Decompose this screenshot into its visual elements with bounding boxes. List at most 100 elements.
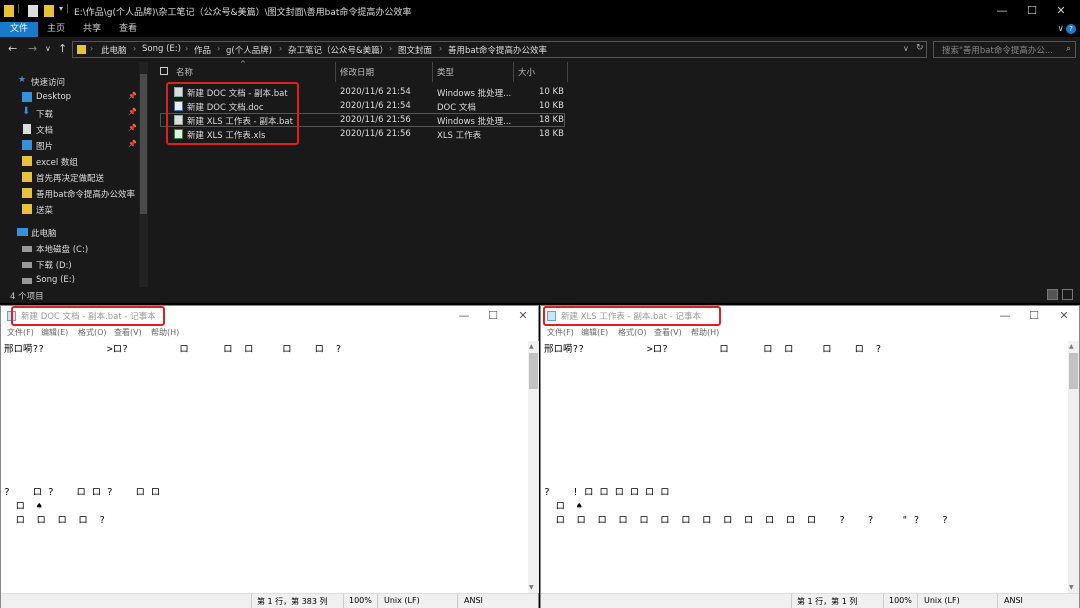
maximize-button[interactable]: ☐ <box>1021 308 1047 324</box>
pin-icon: 📌 <box>128 124 137 132</box>
breadcrumb-personal-brand[interactable]: g(个人品牌) <box>226 44 272 56</box>
explorer-titlebar: | ▾ | E:\作品\g(个人品牌)\杂工笔记（公众号&美篇）\图文封面\善用… <box>0 0 1080 22</box>
nav-item-pictures[interactable]: 图片 📌 <box>0 138 140 153</box>
column-header-modified[interactable]: 修改日期 <box>340 66 374 78</box>
drive-icon <box>22 246 32 252</box>
tab-view[interactable]: 查看 <box>112 22 144 37</box>
vertical-scrollbar[interactable]: ▲ ▼ <box>528 341 539 593</box>
nav-drive-d[interactable]: 下载 (D:) <box>0 257 140 272</box>
close-button[interactable]: ✕ <box>510 308 536 324</box>
nav-item-downloads[interactable]: ⬇ 下载 📌 <box>0 106 140 121</box>
notepad-menu-bar: 文件(F) 编辑(E) 格式(O) 查看(V) 帮助(H) <box>1 326 538 340</box>
highlight-box <box>11 306 165 326</box>
back-button[interactable]: ← <box>8 42 17 55</box>
nav-item-delivery[interactable]: 首先再决定做配送 <box>0 170 140 185</box>
select-all-checkbox[interactable] <box>160 67 168 75</box>
nav-drive-e[interactable]: Song (E:) <box>0 273 140 288</box>
address-dropdown-icon[interactable]: ∨ <box>903 44 909 53</box>
nav-item-vegetables[interactable]: 送菜 <box>0 202 140 217</box>
tab-file[interactable]: 文件 <box>0 22 38 37</box>
computer-icon <box>17 228 28 236</box>
address-input[interactable]: › 此电脑 › Song (E:) › 作品 › g(个人品牌) › 杂工笔记（… <box>72 41 927 58</box>
new-folder-icon[interactable] <box>44 5 54 17</box>
minimize-button[interactable]: — <box>451 308 477 324</box>
scrollbar-thumb[interactable] <box>1069 353 1078 389</box>
maximize-button[interactable]: ☐ <box>1017 3 1047 19</box>
breadcrumb-drive[interactable]: Song (E:) <box>142 44 181 54</box>
notepad-text-area[interactable]: 邢ロ嗬?? >ロ? ロ ロ ロ ロ ロ ? ? ロ ? ロ ロ ? ロ ロ ロ … <box>1 341 528 593</box>
menu-view[interactable]: 查看(V) <box>654 327 682 338</box>
pin-icon: 📌 <box>128 108 137 116</box>
maximize-button[interactable]: ☐ <box>480 308 506 324</box>
scroll-down-icon[interactable]: ▼ <box>529 584 534 591</box>
breadcrumb-notes[interactable]: 杂工笔记（公众号&美篇） <box>288 44 388 56</box>
nav-pane-scrollbar[interactable] <box>139 62 148 287</box>
quick-access-dropdown-icon[interactable]: ▾ <box>59 4 63 13</box>
recent-locations-button[interactable]: ∨ <box>45 44 51 53</box>
column-header-type[interactable]: 类型 <box>437 66 454 78</box>
search-input[interactable]: 搜索"善用bat命令提高办公... ⌕ <box>933 41 1076 58</box>
search-icon: ⌕ <box>1065 44 1071 54</box>
forward-button[interactable]: → <box>28 42 37 55</box>
nav-item-bat-folder[interactable]: 善用bat命令提高办公效率 <box>0 186 140 201</box>
highlight-box <box>166 82 299 145</box>
nav-item-desktop[interactable]: Desktop 📌 <box>0 90 140 105</box>
nav-drive-c[interactable]: 本地磁盘 (C:) <box>0 241 140 256</box>
folder-icon <box>4 5 14 17</box>
menu-file[interactable]: 文件(F) <box>547 327 574 338</box>
scroll-up-icon[interactable]: ▲ <box>1069 343 1074 350</box>
menu-help[interactable]: 帮助(H) <box>691 327 719 338</box>
menu-help[interactable]: 帮助(H) <box>151 327 179 338</box>
folder-icon <box>22 188 32 198</box>
tab-share[interactable]: 共享 <box>76 22 108 37</box>
column-header-name[interactable]: 名称 <box>176 66 193 78</box>
close-button[interactable]: ✕ <box>1051 308 1077 324</box>
pin-icon: 📌 <box>128 140 137 148</box>
minimize-button[interactable]: — <box>987 3 1017 19</box>
ribbon-expand-icon[interactable]: ∨ <box>1057 24 1064 34</box>
breadcrumb-covers[interactable]: 图文封面 <box>398 44 432 56</box>
menu-format[interactable]: 格式(O) <box>618 327 647 338</box>
scrollbar-thumb[interactable] <box>140 74 147 214</box>
explorer-status-bar: 4 个项目 <box>0 287 1080 303</box>
breadcrumb-works[interactable]: 作品 <box>194 44 211 56</box>
tab-home[interactable]: 主页 <box>40 22 72 37</box>
breadcrumb-this-pc[interactable]: 此电脑 <box>101 44 127 56</box>
large-icons-view-button[interactable] <box>1062 289 1073 300</box>
details-view-button[interactable] <box>1047 289 1058 300</box>
notepad-text-area[interactable]: 邢ロ嗬?? >ロ? ロ ロ ロ ロ ロ ? ? ! ロ ロ ロ ロ ロ ロ ロ … <box>541 341 1068 593</box>
vertical-scrollbar[interactable]: ▲ ▼ <box>1068 341 1079 593</box>
menu-format[interactable]: 格式(O) <box>78 327 107 338</box>
up-button[interactable]: ↑ <box>58 42 67 55</box>
help-icon[interactable]: ? <box>1066 24 1076 34</box>
sort-ascending-icon: ^ <box>240 60 246 68</box>
close-button[interactable]: ✕ <box>1046 3 1076 19</box>
line-ending: Unix (LF) <box>384 596 420 605</box>
refresh-icon[interactable]: ↻ <box>916 43 924 53</box>
minimize-button[interactable]: — <box>992 308 1018 324</box>
nav-quick-access[interactable]: ★ 快速访问 <box>0 74 140 89</box>
column-header-size[interactable]: 大小 <box>518 66 535 78</box>
line-ending: Unix (LF) <box>924 596 960 605</box>
breadcrumb-current-folder[interactable]: 善用bat命令提高办公效率 <box>448 44 547 56</box>
file-explorer-window: | ▾ | E:\作品\g(个人品牌)\杂工笔记（公众号&美篇）\图文封面\善用… <box>0 0 1080 303</box>
cursor-position: 第 1 行，第 1 列 <box>797 597 858 606</box>
menu-view[interactable]: 查看(V) <box>114 327 142 338</box>
notepad-menu-bar: 文件(F) 编辑(E) 格式(O) 查看(V) 帮助(H) <box>541 326 1079 340</box>
menu-file[interactable]: 文件(F) <box>7 327 34 338</box>
desktop-icon <box>22 92 32 102</box>
pictures-icon <box>22 140 32 150</box>
zoom-level: 100% <box>889 596 912 605</box>
menu-edit[interactable]: 编辑(E) <box>41 327 68 338</box>
properties-icon[interactable] <box>28 5 38 17</box>
notepad-window-left: 新建 DOC 文档 - 副本.bat - 记事本 — ☐ ✕ 文件(F) 编辑(… <box>0 305 539 608</box>
item-count: 4 个项目 <box>10 292 44 302</box>
menu-edit[interactable]: 编辑(E) <box>581 327 608 338</box>
ribbon-tabs: 文件 主页 共享 查看 ∨ ? <box>0 22 1080 37</box>
scrollbar-thumb[interactable] <box>529 353 538 389</box>
scroll-up-icon[interactable]: ▲ <box>529 343 534 350</box>
nav-this-pc[interactable]: 此电脑 <box>0 225 140 240</box>
nav-item-excel-array[interactable]: excel 数组 <box>0 154 140 169</box>
scroll-down-icon[interactable]: ▼ <box>1069 584 1074 591</box>
nav-item-documents[interactable]: 文档 📌 <box>0 122 140 137</box>
